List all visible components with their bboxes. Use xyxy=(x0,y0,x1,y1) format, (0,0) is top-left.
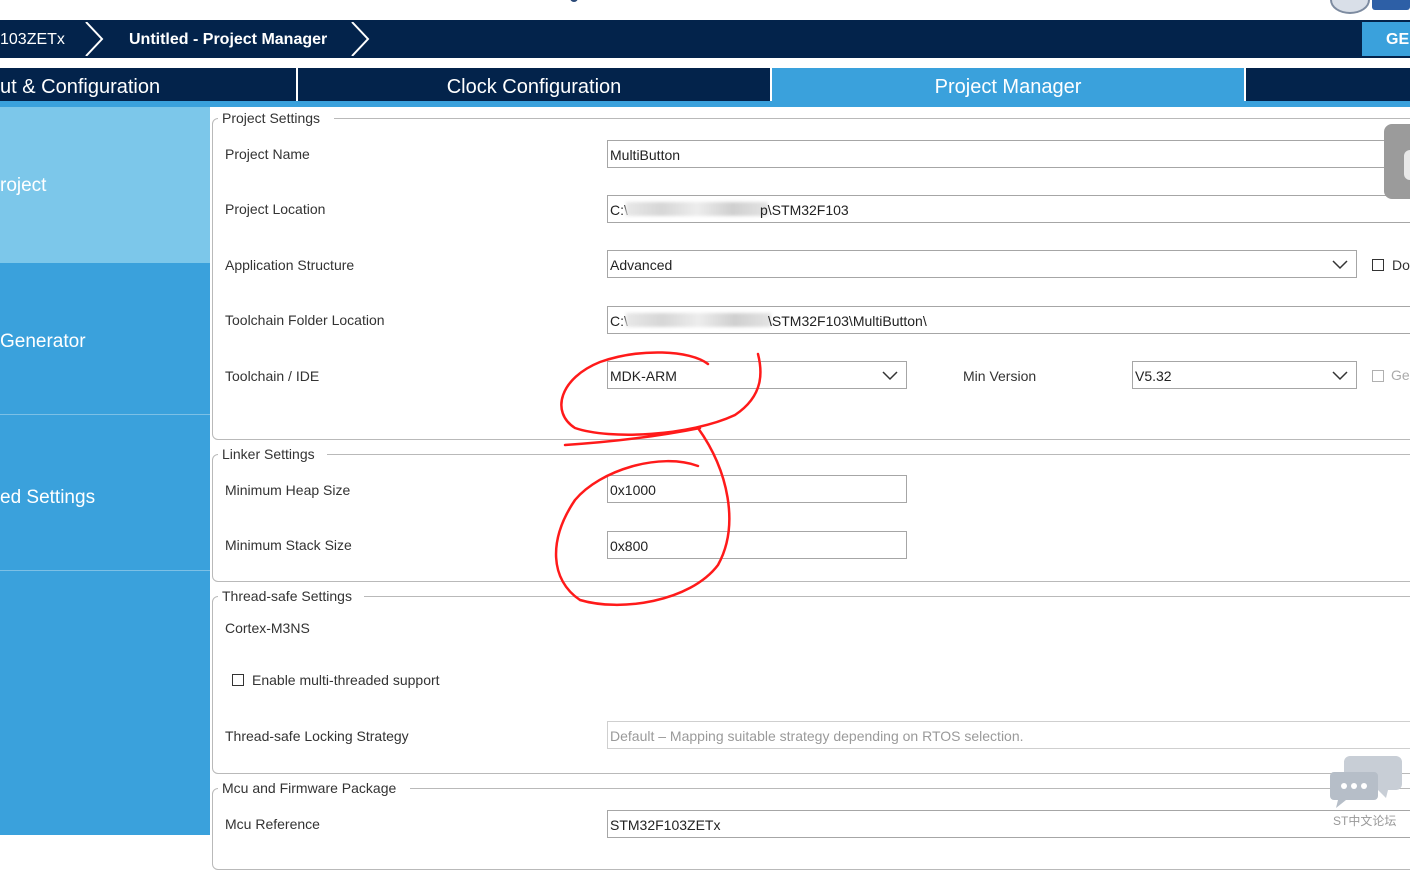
breadcrumb-chevron-icon xyxy=(85,22,104,56)
mcu-firmware-legend: Mcu and Firmware Package xyxy=(218,780,411,796)
sidebar-item-label: roject xyxy=(0,175,47,196)
sidebar-item-project[interactable]: roject xyxy=(0,107,210,263)
redacted-path xyxy=(626,202,768,216)
mcu-reference-value: STM32F103ZETx xyxy=(610,817,721,833)
project-location-input[interactable]: C:\ p\STM32F103 xyxy=(607,195,1410,223)
mcu-reference-label: Mcu Reference xyxy=(225,816,320,832)
tab-project-manager[interactable]: Project Manager xyxy=(772,68,1244,101)
breadcrumb-project[interactable]: Untitled - Project Manager xyxy=(129,20,327,58)
toolchain-folder-input[interactable]: C:\ \STM32F103\MultiButton\ xyxy=(607,306,1410,334)
header-gap xyxy=(0,58,1410,68)
linker-settings-legend: Linker Settings xyxy=(218,446,327,462)
heap-size-label: Minimum Heap Size xyxy=(225,482,351,498)
stack-size-value: 0x800 xyxy=(610,538,649,554)
do-not-generate-main-checkbox[interactable] xyxy=(1372,259,1384,271)
scrollbar-highlight xyxy=(1404,150,1410,180)
locking-strategy-select[interactable]: Default – Mapping suitable strategy depe… xyxy=(607,721,1410,749)
toolchain-ide-label: Toolchain / IDE xyxy=(225,368,320,384)
sidebar-divider xyxy=(0,570,210,571)
multi-threaded-label: Enable multi-threaded support xyxy=(252,672,440,688)
sidebar-item-label: ed Settings xyxy=(0,487,96,508)
chat-bubble-icon xyxy=(1330,756,1402,808)
stack-size-input[interactable]: 0x800 xyxy=(607,531,907,559)
multi-threaded-checkbox[interactable] xyxy=(232,674,244,686)
tab-tools[interactable] xyxy=(1246,68,1410,101)
locking-strategy-label: Thread-safe Locking Strategy xyxy=(225,728,409,744)
min-version-label: Min Version xyxy=(963,368,1037,384)
linker-settings-group xyxy=(212,454,1410,582)
top-strip xyxy=(0,0,1410,20)
stack-size-label: Minimum Stack Size xyxy=(225,537,352,553)
thread-safe-settings-legend: Thread-safe Settings xyxy=(218,588,364,604)
project-settings-legend: Project Settings xyxy=(218,110,335,126)
facebook-icon[interactable] xyxy=(1372,0,1410,10)
chevron-down-icon xyxy=(1332,260,1348,270)
tab-pinout-configuration[interactable]: ut & Configuration xyxy=(0,68,296,101)
project-name-input[interactable]: MultiButton xyxy=(607,140,1410,168)
main-tabs: ut & Configuration Clock Configuration P… xyxy=(0,68,1410,101)
sidebar: roject Generator ed Settings xyxy=(0,107,210,835)
do-not-generate-main-label: Do xyxy=(1392,257,1410,273)
tab-label: ut & Configuration xyxy=(0,76,161,98)
watermark-text: ST中文论坛 xyxy=(1333,814,1397,828)
chevron-down-icon xyxy=(1332,371,1348,381)
project-name-value: MultiButton xyxy=(610,147,681,163)
sidebar-item-label: Generator xyxy=(0,331,86,352)
chevron-down-icon xyxy=(882,371,898,381)
application-structure-select[interactable]: Advanced xyxy=(607,250,1357,278)
generate-code-button[interactable]: GE xyxy=(1362,22,1410,56)
generate-under-root-checkbox[interactable] xyxy=(1372,370,1384,382)
core-label: Cortex-M3NS xyxy=(225,620,310,636)
locking-strategy-value: Default – Mapping suitable strategy depe… xyxy=(610,728,1024,744)
breadcrumb: 103ZETx Untitled - Project Manager GE xyxy=(0,20,1410,58)
sidebar-item-advanced-settings[interactable]: ed Settings xyxy=(0,415,210,570)
toolchain-ide-select[interactable]: MDK-ARM xyxy=(607,361,907,389)
tab-label: Project Manager xyxy=(934,76,1082,98)
tab-label: Clock Configuration xyxy=(446,76,622,98)
sidebar-item-code-generator[interactable]: Generator xyxy=(0,263,210,414)
heap-size-input[interactable]: 0x1000 xyxy=(607,475,907,503)
breadcrumb-mcu[interactable]: 103ZETx xyxy=(0,20,80,58)
redacted-path xyxy=(626,313,771,327)
heap-size-value: 0x1000 xyxy=(610,482,656,498)
project-location-suffix: p\STM32F103 xyxy=(760,202,849,218)
mcu-reference-input[interactable]: STM32F103ZETx xyxy=(607,810,1410,838)
breadcrumb-chevron-icon xyxy=(351,22,370,56)
project-location-label: Project Location xyxy=(225,201,326,217)
project-name-label: Project Name xyxy=(225,146,310,162)
generate-under-root-label: Ge xyxy=(1391,367,1410,383)
toolchain-ide-value: MDK-ARM xyxy=(610,368,677,384)
min-version-value: V5.32 xyxy=(1135,368,1172,384)
application-structure-label: Application Structure xyxy=(225,257,355,273)
application-structure-value: Advanced xyxy=(610,257,673,273)
tab-clock-configuration[interactable]: Clock Configuration xyxy=(298,68,770,101)
toolchain-folder-label: Toolchain Folder Location xyxy=(225,312,385,328)
toolchain-folder-suffix: \STM32F103\MultiButton\ xyxy=(768,313,927,329)
min-version-select[interactable]: V5.32 xyxy=(1132,361,1357,389)
